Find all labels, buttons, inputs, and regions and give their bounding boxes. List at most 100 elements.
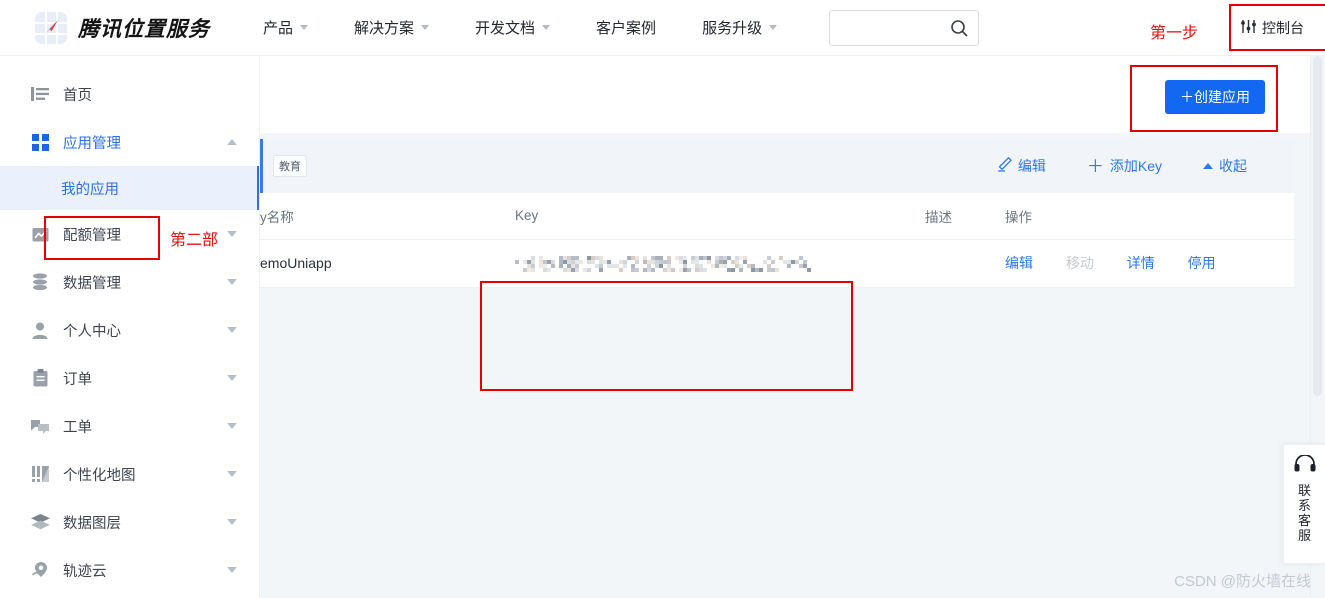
- sidebar: 首页 应用管理 我的应用 配额管理 数据管理 个人中心 订单 工单 个性化地图 …: [0, 56, 260, 598]
- console-highlight-box: 控制台: [1229, 4, 1325, 51]
- sidebar-subitem-label: 我的应用: [61, 181, 119, 198]
- nav-item-cases[interactable]: 客户案例: [596, 17, 656, 38]
- action-label: 编辑: [1017, 158, 1046, 174]
- brand[interactable]: 腾讯位置服务: [35, 11, 210, 44]
- chevron-down-icon: [227, 423, 237, 429]
- create-app-button[interactable]: ＋创建应用: [1165, 80, 1265, 114]
- console-label: 控制台: [1262, 19, 1304, 36]
- col-header-desc: 描述: [925, 193, 1005, 240]
- cell-description: [925, 239, 1005, 288]
- annotation-box-key-column: [480, 281, 853, 391]
- edit-app-button[interactable]: 编辑: [997, 156, 1046, 176]
- sidebar-item-home[interactable]: 首页: [0, 70, 259, 118]
- cell-app-name: emoUniapp: [260, 239, 515, 288]
- sidebar-item-label: 工单: [63, 419, 92, 436]
- nav-item-solutions[interactable]: 解决方案: [354, 17, 430, 38]
- app-card: 教育 编辑 ＋ 添加Key 收起 y名称 Key 描述 操作 emoUniapp…: [260, 139, 1294, 391]
- row-move-link: 移动: [1065, 255, 1094, 271]
- key-table: y名称 Key 描述 操作 emoUniapp 编辑 移动 详情 停用: [260, 193, 1294, 288]
- app-root: 腾讯位置服务 产品 解决方案 开发文档 客户案例 服务升级 第一步 控制台 首页…: [0, 0, 1325, 598]
- nav-item-service-upgrade[interactable]: 服务升级: [702, 17, 778, 38]
- nav-item-label: 开发文档: [475, 20, 536, 37]
- plus-icon: ＋: [1086, 156, 1104, 176]
- sidebar-item-orders[interactable]: 订单: [0, 354, 259, 402]
- grid-apps-icon: [30, 132, 50, 152]
- chevron-down-icon: [227, 375, 237, 381]
- watermark: CSDN @防火墙在线: [1174, 573, 1311, 590]
- annotation-step-two: 第二部: [170, 232, 219, 249]
- app-card-actions: 编辑 ＋ 添加Key 收起: [956, 156, 1247, 176]
- sidebar-item-app-management[interactable]: 应用管理: [0, 118, 259, 166]
- sidebar-item-label: 数据图层: [63, 515, 121, 532]
- top-navigation-bar: 腾讯位置服务 产品 解决方案 开发文档 客户案例 服务升级 第一步 控制台: [0, 0, 1325, 56]
- headset-icon: [1294, 454, 1316, 478]
- chevron-down-icon: [421, 25, 430, 30]
- key-table-head: y名称 Key 描述 操作: [260, 193, 1294, 240]
- col-header-name: y名称: [260, 193, 515, 240]
- sidebar-item-data-layers[interactable]: 数据图层: [0, 498, 259, 546]
- search-box[interactable]: [829, 10, 979, 46]
- console-button[interactable]: 控制台: [1240, 18, 1304, 38]
- layers-icon: [30, 512, 50, 532]
- annotation-step-one: 第一步: [1150, 25, 1199, 42]
- cell-operations: 编辑 移动 详情 停用: [1005, 239, 1294, 288]
- cell-key: [515, 239, 925, 288]
- database-icon: [30, 272, 50, 292]
- chevron-down-icon: [300, 25, 309, 30]
- app-card-header: 教育 编辑 ＋ 添加Key 收起: [260, 139, 1294, 193]
- nav-item-docs[interactable]: 开发文档: [475, 17, 551, 38]
- add-key-button[interactable]: ＋ 添加Key: [1087, 156, 1162, 176]
- chevron-down-icon: [227, 471, 237, 477]
- chevron-down-icon: [227, 279, 237, 285]
- row-edit-link[interactable]: 编辑: [1005, 255, 1033, 271]
- caret-up-icon: [1203, 163, 1213, 169]
- chevron-down-icon: [542, 25, 551, 30]
- contact-support-label: 联系客服: [1297, 483, 1311, 543]
- sidebar-item-label: 应用管理: [63, 135, 121, 152]
- col-header-key: Key: [515, 193, 925, 240]
- sidebar-item-my-apps[interactable]: 我的应用: [0, 166, 259, 210]
- sidebar-item-label: 个人中心: [63, 323, 121, 340]
- clipboard-icon: [30, 368, 50, 388]
- key-table-body: emoUniapp 编辑 移动 详情 停用: [260, 239, 1294, 288]
- nav-item-label: 客户案例: [596, 20, 657, 37]
- collapse-button[interactable]: 收起: [1203, 156, 1247, 176]
- sidebar-item-custom-map[interactable]: 个性化地图: [0, 450, 259, 498]
- sidebar-item-data-management[interactable]: 数据管理: [0, 258, 259, 306]
- nav-item-label: 产品: [263, 20, 294, 37]
- contact-support-widget[interactable]: 联系客服: [1283, 444, 1325, 564]
- sidebar-item-label: 个性化地图: [63, 467, 136, 484]
- chevron-down-icon: [769, 25, 778, 30]
- nav-menu: 产品 解决方案 开发文档 客户案例 服务升级: [263, 17, 823, 38]
- chevron-down-icon: [227, 327, 237, 333]
- sidebar-item-personal-center[interactable]: 个人中心: [0, 306, 259, 354]
- row-disable-link[interactable]: 停用: [1188, 255, 1216, 271]
- sidebar-item-label: 轨迹云: [63, 563, 107, 580]
- sidebar-item-quota-management[interactable]: 配额管理: [0, 210, 259, 258]
- nav-item-products[interactable]: 产品: [263, 17, 309, 38]
- page-header: 用 ＋创建应用: [260, 56, 1310, 133]
- row-detail-link[interactable]: 详情: [1127, 255, 1155, 271]
- scrollbar-thumb[interactable]: [1313, 56, 1322, 396]
- chat-ticket-icon: [30, 416, 50, 436]
- nav-item-label: 服务升级: [702, 20, 763, 37]
- action-label: 收起: [1219, 158, 1247, 174]
- sidebar-item-label: 订单: [63, 371, 92, 388]
- brand-name: 腾讯位置服务: [78, 16, 210, 41]
- pencil-icon: [997, 156, 1018, 175]
- sidebar-item-track-cloud[interactable]: 轨迹云: [0, 546, 259, 594]
- compass-logo-icon: [35, 11, 67, 44]
- sidebar-item-label: 数据管理: [63, 275, 121, 292]
- chart-quota-icon: [30, 224, 50, 244]
- chevron-down-icon: [227, 231, 237, 237]
- table-header-row: y名称 Key 描述 操作: [260, 193, 1294, 240]
- main-content: 用 ＋创建应用 教育 编辑: [260, 56, 1310, 598]
- map-style-icon: [30, 464, 50, 484]
- sliders-icon: [1240, 19, 1257, 37]
- masked-key-value: [515, 255, 811, 272]
- sidebar-item-tickets[interactable]: 工单: [0, 402, 259, 450]
- action-label: 添加Key: [1109, 158, 1162, 174]
- user-icon: [30, 320, 50, 340]
- sidebar-item-label: 首页: [63, 87, 92, 104]
- chevron-down-icon: [227, 567, 237, 573]
